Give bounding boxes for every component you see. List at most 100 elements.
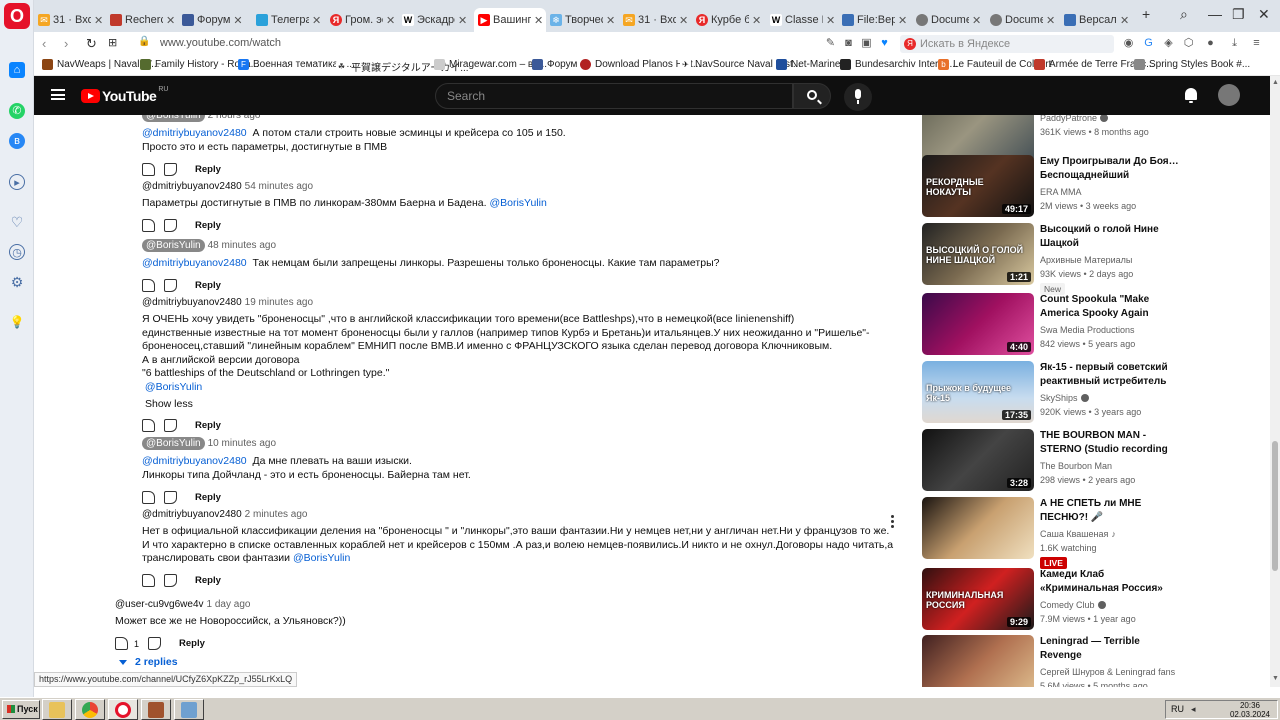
whatsapp-icon[interactable]: ✆ bbox=[9, 103, 25, 119]
video-channel[interactable]: Comedy Club bbox=[1040, 600, 1106, 610]
video-title[interactable]: THE BOURBON MAN - STERNO (Studio recordi… bbox=[1040, 429, 1180, 456]
comment-author[interactable]: @dmitriybuyanov2480 bbox=[142, 297, 242, 308]
taskbar-app-2[interactable] bbox=[174, 699, 204, 720]
close-icon[interactable]: ✕ bbox=[233, 14, 242, 27]
bookmark-item[interactable]: Miragewar.com – во... bbox=[434, 59, 547, 70]
mention-link[interactable]: @dmitriybuyanov2480 bbox=[142, 127, 247, 139]
back-icon[interactable]: ‹ bbox=[42, 36, 46, 51]
thumbs-up-icon[interactable] bbox=[142, 162, 155, 176]
tab-mail[interactable]: ✉31 · Входящие✕ bbox=[38, 9, 108, 31]
comment-timestamp[interactable]: 19 minutes ago bbox=[245, 297, 313, 308]
related-video-card[interactable]: 4:40 Count Spookula "Make America Spooky … bbox=[922, 293, 1262, 357]
related-video-card[interactable]: 3:28 THE BOURBON MAN - STERNO (Studio rec… bbox=[922, 429, 1262, 493]
taskbar-app-1[interactable] bbox=[141, 699, 171, 720]
video-thumbnail[interactable]: РЕКОРДНЫЕ НОКАУТЫ 49:17 bbox=[922, 155, 1034, 217]
video-channel[interactable]: ERA MMA bbox=[1040, 187, 1082, 197]
thumbs-up-icon[interactable] bbox=[142, 418, 155, 432]
taskbar-chrome[interactable] bbox=[75, 699, 105, 720]
comment-author[interactable]: @user-cu9vg6we4v bbox=[115, 599, 204, 610]
more-actions-icon[interactable] bbox=[891, 515, 894, 529]
close-icon[interactable]: ✕ bbox=[606, 14, 615, 27]
extension-icon[interactable]: ◈ bbox=[1162, 37, 1175, 50]
mention-link[interactable]: @BorisYulin bbox=[142, 381, 202, 393]
translate-icon[interactable]: G bbox=[1142, 37, 1155, 50]
url-field[interactable]: www.youtube.com/watch bbox=[160, 37, 281, 49]
account-avatar[interactable] bbox=[1218, 84, 1240, 106]
related-video-card[interactable]: КРИМИНАЛЬНАЯ РОССИЯ 9:29 Камеди Клаб «Крим… bbox=[922, 568, 1262, 632]
scroll-up-arrow-icon[interactable]: ▲ bbox=[1272, 79, 1279, 86]
video-thumbnail[interactable] bbox=[922, 497, 1034, 559]
reply-button[interactable]: Reply bbox=[195, 492, 221, 503]
thumbs-up-icon[interactable] bbox=[142, 574, 155, 587]
menu-icon[interactable]: ≡ bbox=[1250, 37, 1263, 50]
speed-dial-icon[interactable]: ⊞ bbox=[108, 36, 117, 49]
taskbar-explorer[interactable] bbox=[42, 699, 72, 720]
vk-icon[interactable]: в bbox=[9, 133, 25, 149]
video-title[interactable]: Count Spookula "Make America Spooky Agai… bbox=[1040, 293, 1180, 320]
voice-search-button[interactable] bbox=[844, 83, 872, 111]
home-icon[interactable]: ⌂ bbox=[9, 62, 25, 78]
video-channel[interactable]: Архивные Материалы bbox=[1040, 255, 1132, 265]
thumbs-down-icon[interactable] bbox=[164, 279, 177, 292]
comment-author[interactable]: @dmitriybuyanov2480 bbox=[142, 509, 242, 520]
reply-button[interactable]: Reply bbox=[195, 220, 221, 231]
video-title[interactable]: Як-15 - первый советский реактивный истр… bbox=[1040, 361, 1180, 388]
heart-icon[interactable]: ♥ bbox=[878, 37, 891, 50]
video-thumbnail[interactable]: Прыжок в будущее Як-15 17:35 bbox=[922, 361, 1034, 423]
maximize-button[interactable]: ❐ bbox=[1232, 6, 1245, 23]
forward-icon[interactable]: › bbox=[64, 36, 68, 51]
scrollbar-thumb[interactable] bbox=[1272, 441, 1278, 571]
close-icon[interactable]: ✕ bbox=[898, 14, 907, 27]
reload-icon[interactable]: ↻ bbox=[86, 36, 97, 52]
clock[interactable]: 20:36 02.03.2024 bbox=[1226, 701, 1274, 719]
mention-link[interactable]: @BorisYulin bbox=[489, 197, 546, 209]
close-icon[interactable]: ✕ bbox=[386, 14, 395, 27]
video-title[interactable]: А НЕ СПЕТЬ ли МНЕ ПЕСНЮ?! 🎤 bbox=[1040, 497, 1180, 524]
tab-creative[interactable]: ❄Творчество✕ bbox=[550, 9, 620, 31]
edit-icon[interactable]: ✎ bbox=[824, 37, 837, 50]
lock-icon[interactable]: 🔒 bbox=[138, 36, 150, 47]
youtube-logo[interactable]: YouTube RU bbox=[81, 86, 168, 104]
close-icon[interactable]: ✕ bbox=[826, 14, 835, 27]
thumbs-up-icon[interactable] bbox=[142, 490, 155, 504]
close-icon[interactable]: ✕ bbox=[752, 14, 761, 27]
mention-link[interactable]: @dmitriybuyanov2480 bbox=[142, 257, 247, 269]
video-thumbnail[interactable]: КРИМИНАЛЬНАЯ РОССИЯ 9:29 bbox=[922, 568, 1034, 630]
thumbs-up-icon[interactable] bbox=[115, 637, 128, 650]
related-video-card[interactable]: РЕКОРДНЫЕ НОКАУТЫ 49:17 Ему Проигрывали До… bbox=[922, 155, 1262, 219]
comment-timestamp[interactable]: 48 minutes ago bbox=[208, 240, 276, 251]
taskbar-opera[interactable] bbox=[108, 699, 138, 720]
youtube-search-input[interactable]: Search bbox=[435, 83, 793, 109]
hamburger-menu-icon[interactable] bbox=[51, 89, 65, 100]
comment-timestamp[interactable]: 10 minutes ago bbox=[208, 438, 276, 449]
bookmark-item[interactable]: Форум bbox=[532, 59, 577, 70]
lightbulb-icon[interactable]: 💡 bbox=[9, 314, 25, 330]
reply-button[interactable]: Reply bbox=[179, 638, 205, 649]
video-channel[interactable]: The Bourbon Man bbox=[1040, 461, 1112, 471]
video-thumbnail[interactable]: ВЫСОЦКИЙ О ГОЛОЙ НИНЕ ШАЦКОЙ 1:21 bbox=[922, 223, 1034, 285]
tab-recherche[interactable]: Recherche✕ bbox=[110, 9, 180, 31]
tab-file-versailles[interactable]: File:Версаль✕ bbox=[842, 9, 912, 31]
scroll-down-arrow-icon[interactable]: ▼ bbox=[1272, 675, 1279, 682]
show-less-button[interactable]: Show less bbox=[145, 398, 870, 410]
box-icon[interactable]: ▣ bbox=[860, 37, 873, 50]
close-icon[interactable]: ✕ bbox=[679, 14, 688, 27]
view-replies-button[interactable]: 2 replies bbox=[119, 656, 178, 668]
profile-icon[interactable]: ● bbox=[1204, 37, 1217, 50]
video-channel[interactable]: Саша Квашеная ♪ bbox=[1040, 529, 1116, 539]
new-tab-button[interactable]: + bbox=[1142, 6, 1150, 22]
video-thumbnail[interactable]: 4:40 bbox=[922, 293, 1034, 355]
video-channel[interactable]: PaddyPatrone bbox=[1040, 115, 1109, 123]
related-video-card[interactable]: Прыжок в будущее Як-15 17:35 Як-15 - первы… bbox=[922, 361, 1262, 425]
start-button[interactable]: Пуск bbox=[2, 700, 40, 719]
mention-link[interactable]: @dmitriybuyanov2480 bbox=[142, 455, 247, 467]
thumbs-down-icon[interactable] bbox=[164, 490, 177, 504]
close-icon[interactable]: ✕ bbox=[534, 14, 543, 27]
reply-button[interactable]: Reply bbox=[195, 420, 221, 431]
tab-youtube-active[interactable]: ▶Вашингтон✕ bbox=[474, 8, 546, 32]
close-icon[interactable]: ✕ bbox=[1046, 14, 1055, 27]
video-channel[interactable]: Сергей Шнуров & Leningrad fans bbox=[1040, 667, 1175, 677]
tab-document-1[interactable]: Document✕ bbox=[916, 9, 986, 31]
thumbs-down-icon[interactable] bbox=[164, 162, 177, 176]
close-icon[interactable]: ✕ bbox=[972, 14, 981, 27]
